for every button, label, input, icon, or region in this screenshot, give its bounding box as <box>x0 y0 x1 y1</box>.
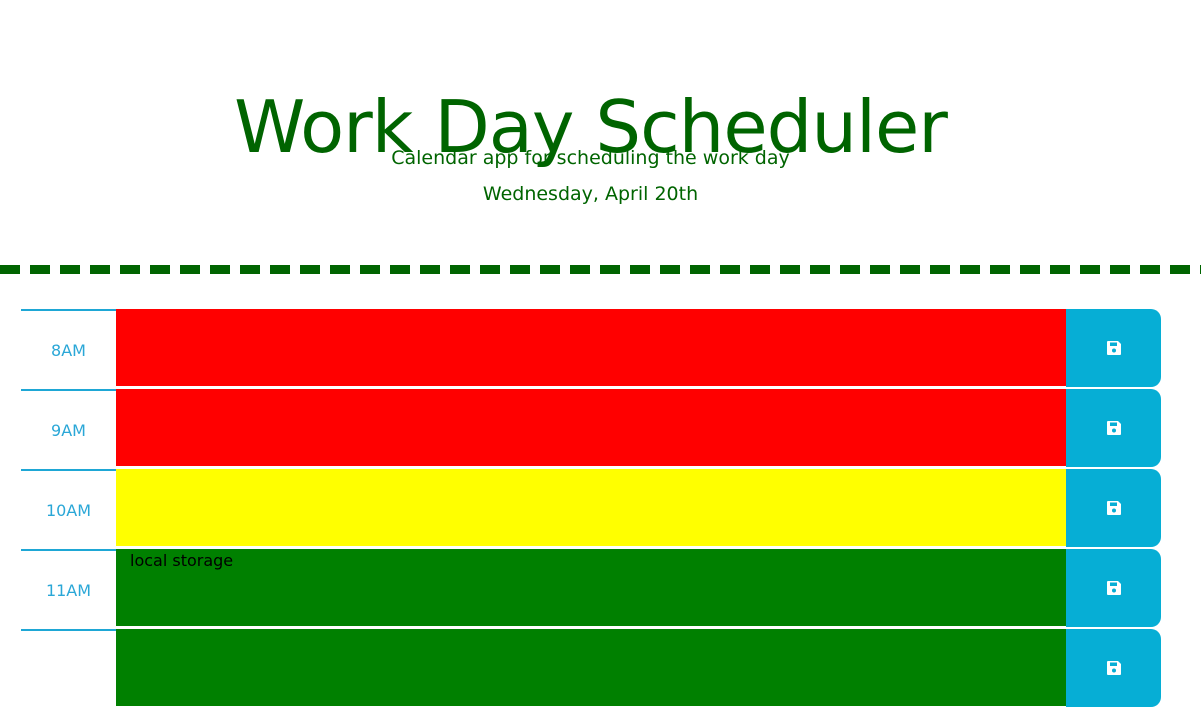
save-icon <box>1106 421 1121 435</box>
page-header: Work Day Scheduler Calendar app for sche… <box>0 0 1201 265</box>
save-icon <box>1106 581 1121 595</box>
time-block-8am: 8AM <box>21 309 1161 389</box>
save-icon <box>1106 341 1121 355</box>
save-button[interactable] <box>1066 629 1161 707</box>
hour-label: 8AM <box>21 309 116 387</box>
page-subtitle: Calendar app for scheduling the work day <box>391 147 790 169</box>
header-divider <box>0 265 1201 274</box>
event-description-input[interactable] <box>116 629 1066 707</box>
save-button[interactable] <box>1066 469 1161 547</box>
event-description-input[interactable] <box>116 389 1066 467</box>
current-day: Wednesday, April 20th <box>482 183 699 205</box>
save-button[interactable] <box>1066 389 1161 467</box>
hour-label: 10AM <box>21 469 116 547</box>
save-icon <box>1106 501 1121 515</box>
event-description-input[interactable] <box>116 309 1066 387</box>
event-description-input[interactable]: local storage <box>116 549 1066 627</box>
hour-label <box>21 629 116 707</box>
save-button[interactable] <box>1066 549 1161 627</box>
time-block-9am: 9AM <box>21 389 1161 469</box>
time-block-11am: 11AM local storage <box>21 549 1161 629</box>
save-button[interactable] <box>1066 309 1161 387</box>
time-block-10am: 10AM <box>21 469 1161 549</box>
time-block-12pm <box>21 629 1161 709</box>
schedule-container: 8AM 9AM 10AM 11AM local storage <box>21 309 1161 709</box>
hour-label: 11AM <box>21 549 116 627</box>
event-description-input[interactable] <box>116 469 1066 547</box>
hour-label: 9AM <box>21 389 116 467</box>
save-icon <box>1106 661 1121 675</box>
